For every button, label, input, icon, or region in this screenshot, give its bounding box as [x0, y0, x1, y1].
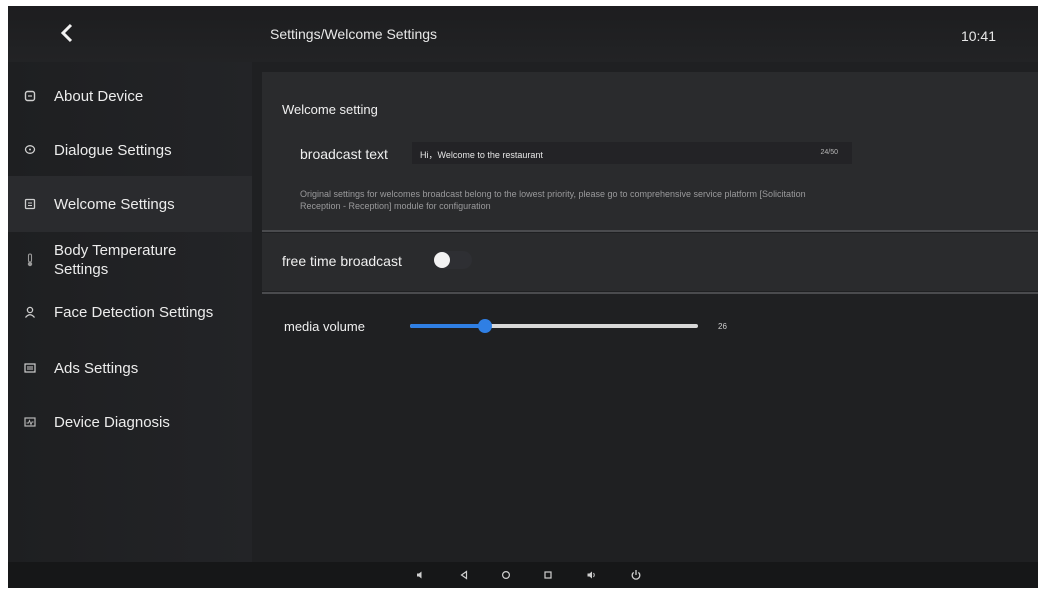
priority-note: Original settings for welcomes broadcast… [300, 188, 1030, 212]
volume-up-button[interactable] [584, 567, 600, 583]
dialogue-icon [22, 142, 38, 158]
slider-thumb[interactable] [477, 319, 492, 333]
sidebar-item-label: Body Temperature Settings [54, 242, 177, 278]
volume-up-icon [587, 571, 595, 579]
top-bar: Settings/Welcome Settings 10:41 [8, 6, 1038, 62]
sidebar-item-welcome-settings[interactable]: Welcome Settings [8, 176, 252, 232]
volume-down-icon [417, 571, 422, 579]
main-panel: Welcome setting broadcast text Hi，Welcom… [252, 62, 1038, 562]
media-volume-label: media volume [284, 319, 365, 334]
free-time-broadcast-label: free time broadcast [282, 253, 402, 269]
broadcast-text-input[interactable]: Hi，Welcome to the restaurant 24/50 [412, 142, 852, 164]
media-volume-slider[interactable] [410, 319, 698, 333]
sidebar-item-label: Dialogue Settings [54, 141, 172, 159]
sidebar-item-body-temperature-settings[interactable]: Body Temperature Settings [8, 236, 252, 284]
sidebar: About Device Dialogue Settings Welcome S… [8, 62, 252, 562]
sidebar-item-ads-settings[interactable]: Ads Settings [8, 348, 252, 388]
sidebar-item-face-detection-settings[interactable]: Face Detection Settings [8, 292, 252, 332]
status-clock: 10:41 [960, 28, 996, 44]
sidebar-item-label: Face Detection Settings [54, 303, 214, 321]
media-volume-value: 26 [718, 322, 727, 331]
sidebar-item-label: Ads Settings [54, 359, 139, 377]
system-nav-bar [8, 562, 1038, 588]
section-title: Welcome setting [282, 102, 378, 117]
face-icon [22, 304, 38, 320]
sidebar-item-dialogue-settings[interactable]: Dialogue Settings [8, 130, 252, 170]
back-button[interactable] [52, 18, 82, 48]
home-nav-button[interactable] [498, 567, 514, 583]
back-icon [460, 570, 468, 580]
diagnosis-icon [22, 414, 38, 430]
chevron-left-icon [60, 23, 73, 43]
device-screen: Settings/Welcome Settings 10:41 About De… [8, 6, 1038, 588]
welcome-icon [22, 196, 38, 212]
back-nav-button[interactable] [456, 567, 472, 583]
char-counter: 24/50 [820, 149, 838, 156]
home-icon [501, 570, 511, 580]
power-icon [631, 570, 641, 580]
priority-note-line: Original settings for welcomes broadcast… [300, 189, 806, 199]
free-time-broadcast-card: free time broadcast [262, 233, 1038, 291]
power-button[interactable] [628, 567, 644, 583]
broadcast-text-value: Hi，Welcome to the restaurant [420, 150, 543, 160]
sidebar-item-label: Device Diagnosis [54, 413, 170, 431]
divider [262, 230, 1038, 232]
broadcast-text-label: broadcast text [300, 146, 388, 162]
recents-nav-button[interactable] [540, 567, 556, 583]
priority-note-line: Reception - Reception] module for config… [300, 201, 491, 211]
sidebar-item-label: About Device [54, 87, 144, 105]
thermometer-icon [22, 252, 38, 268]
toggle-knob [434, 252, 450, 268]
sidebar-item-device-diagnosis[interactable]: Device Diagnosis [8, 402, 252, 442]
volume-down-button[interactable] [412, 567, 428, 583]
recents-icon [544, 571, 552, 579]
ads-icon [22, 360, 38, 376]
sidebar-item-label: Welcome Settings [54, 195, 175, 213]
divider [262, 292, 1038, 294]
breadcrumb: Settings/Welcome Settings [270, 26, 438, 42]
sidebar-item-about-device[interactable]: About Device [8, 76, 252, 116]
slider-fill [410, 324, 485, 328]
welcome-setting-card: Welcome setting broadcast text Hi，Welcom… [262, 72, 1038, 230]
device-icon [22, 88, 38, 104]
free-time-broadcast-toggle[interactable] [434, 251, 472, 269]
